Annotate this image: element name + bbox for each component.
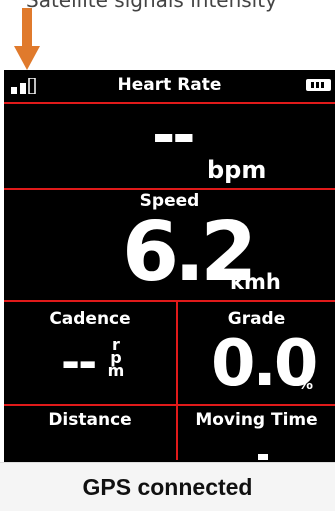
- heart-rate-value: --: [152, 103, 196, 168]
- device-screen: Heart Rate -- bpm Speed 6.2 kmh Cadence …: [4, 70, 335, 510]
- divider: [4, 404, 335, 406]
- cadence-unit: r p m: [107, 335, 125, 380]
- divider: [4, 300, 335, 302]
- distance-label: Distance: [48, 410, 132, 430]
- speed-unit: kmh: [230, 270, 281, 294]
- cadence-label: Cadence: [49, 309, 131, 329]
- data-page-title: Heart Rate: [117, 75, 222, 95]
- cadence-value: --: [61, 335, 97, 389]
- gps-status-toast: GPS connected: [0, 462, 335, 511]
- grade-label: Grade: [227, 309, 286, 329]
- moving-time-label: Moving Time: [195, 410, 318, 430]
- heart-rate-unit: bpm: [207, 156, 267, 184]
- arrow-down-icon: [14, 8, 40, 70]
- divider: [4, 188, 335, 190]
- moving-time-value: [258, 454, 268, 460]
- grade-unit: %: [298, 375, 314, 393]
- caption-text: Satellite signals intensity: [26, 0, 277, 12]
- status-bar: Heart Rate: [4, 70, 335, 102]
- battery-icon: [306, 79, 331, 91]
